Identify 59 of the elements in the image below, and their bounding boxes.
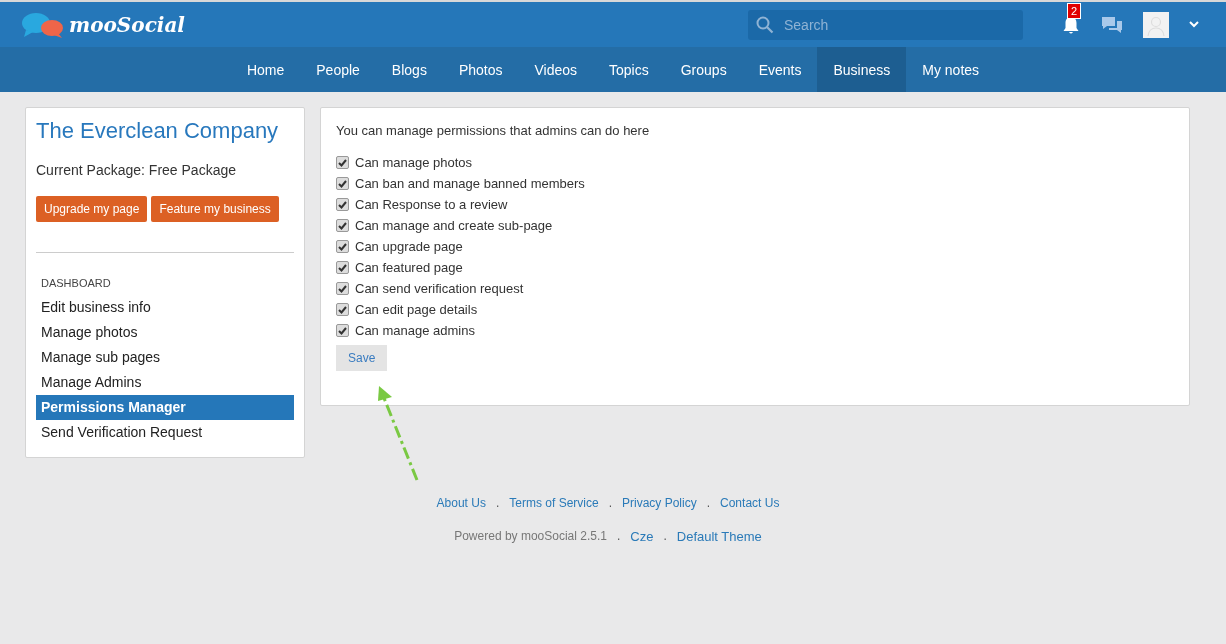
checkbox[interactable] bbox=[336, 219, 349, 232]
footer-link[interactable]: About Us bbox=[436, 496, 486, 510]
business-title: The Everclean Company bbox=[36, 118, 280, 144]
intro-text: You can manage permissions that admins can do here bbox=[336, 123, 651, 138]
separator: . bbox=[706, 496, 711, 510]
action-button[interactable]: Feature my business bbox=[151, 196, 279, 222]
checkbox[interactable] bbox=[336, 261, 349, 274]
section-heading: DASHBOARD bbox=[40, 277, 112, 289]
save-button[interactable]: Save bbox=[336, 345, 388, 371]
checkbox-label: Can edit page details bbox=[355, 302, 478, 317]
checkbox-label: Can upgrade page bbox=[355, 239, 463, 254]
checkbox[interactable] bbox=[336, 282, 349, 295]
separator: . bbox=[608, 496, 612, 510]
checkbox-label: Can manage and create sub-page bbox=[355, 218, 553, 233]
menu-item[interactable]: Permissions Manager bbox=[36, 395, 294, 420]
footer-link[interactable]: Contact Us bbox=[720, 496, 780, 510]
separator: . bbox=[616, 529, 621, 544]
nav-tab[interactable]: Business bbox=[817, 47, 907, 92]
checkbox-label: Can manage photos bbox=[355, 155, 473, 170]
menu-item[interactable]: Manage sub pages bbox=[36, 345, 294, 370]
footer-link[interactable]: Terms of Service bbox=[509, 496, 599, 510]
separator: . bbox=[495, 496, 500, 510]
footer-link[interactable]: Cze bbox=[630, 529, 654, 544]
menu-item[interactable]: Manage photos bbox=[36, 320, 294, 345]
powered-by-text: Powered by mooSocial 2.5.1 bbox=[454, 529, 607, 544]
menu-item[interactable]: Edit business info bbox=[36, 295, 294, 320]
nav-tab[interactable]: People bbox=[300, 47, 376, 92]
checkbox-label: Can featured page bbox=[355, 260, 463, 275]
checkbox[interactable] bbox=[336, 156, 349, 169]
nav-tab[interactable]: Home bbox=[230, 47, 301, 92]
checkbox[interactable] bbox=[336, 240, 349, 253]
checkbox[interactable] bbox=[336, 324, 349, 337]
nav-tab[interactable]: Blogs bbox=[375, 47, 443, 92]
package-text: Current Package: Free Package bbox=[36, 162, 237, 178]
separator: . bbox=[663, 529, 667, 544]
nav-tab[interactable]: Groups bbox=[664, 47, 743, 92]
checkbox-label: Can manage admins bbox=[355, 323, 475, 338]
checkbox-label: Can Response to a review bbox=[355, 197, 508, 212]
nav-tab[interactable]: Topics bbox=[593, 47, 665, 92]
checkbox[interactable] bbox=[336, 303, 349, 316]
logo-text[interactable]: mooSocial bbox=[69, 12, 185, 37]
menu-item[interactable]: Send Verification Request bbox=[36, 420, 294, 445]
checkbox-label: Can ban and manage banned members bbox=[355, 176, 585, 191]
notification-badge: 2 bbox=[1067, 2, 1082, 19]
checkbox[interactable] bbox=[336, 198, 349, 211]
checkbox-label: Can send verification request bbox=[355, 281, 524, 296]
footer-link[interactable]: Privacy Policy bbox=[622, 496, 697, 510]
menu-item[interactable]: Manage Admins bbox=[36, 370, 294, 395]
search-field[interactable]: Search bbox=[748, 9, 1023, 40]
footer-link[interactable]: Default Theme bbox=[676, 529, 762, 544]
nav-tab[interactable]: Events bbox=[742, 47, 818, 92]
nav-tab[interactable]: My notes bbox=[906, 47, 996, 92]
checkbox[interactable] bbox=[336, 177, 349, 190]
chat-icon[interactable] bbox=[1101, 14, 1123, 35]
action-button[interactable]: Upgrade my page bbox=[36, 196, 148, 222]
nav-tab[interactable]: Videos bbox=[518, 47, 594, 92]
chevron-down-icon[interactable] bbox=[1189, 21, 1199, 28]
nav-tab[interactable]: Photos bbox=[442, 47, 519, 92]
avatar-icon[interactable] bbox=[1143, 11, 1169, 38]
